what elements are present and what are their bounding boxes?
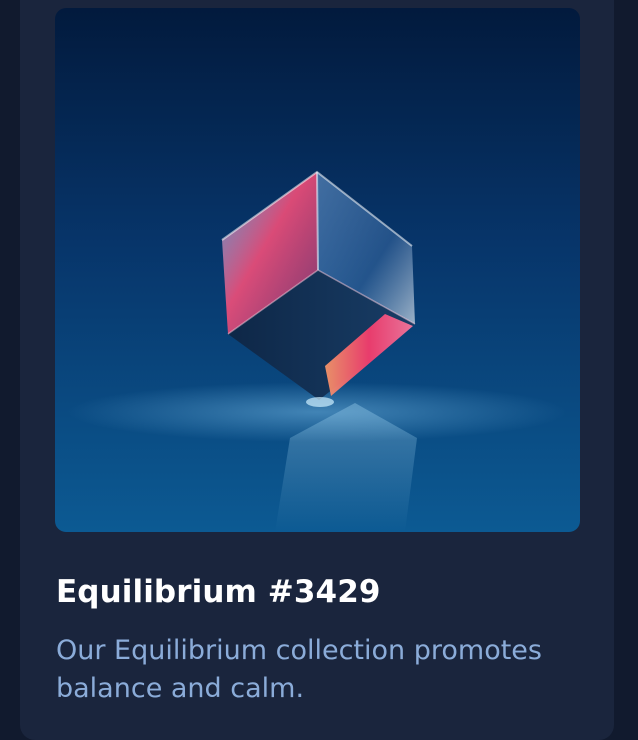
nft-image[interactable]: [55, 8, 580, 532]
glass-cube-illustration: [67, 170, 567, 532]
nft-description: Our Equilibrium collection promotes bala…: [56, 635, 542, 704]
nft-title[interactable]: Equilibrium #3429: [56, 572, 381, 612]
